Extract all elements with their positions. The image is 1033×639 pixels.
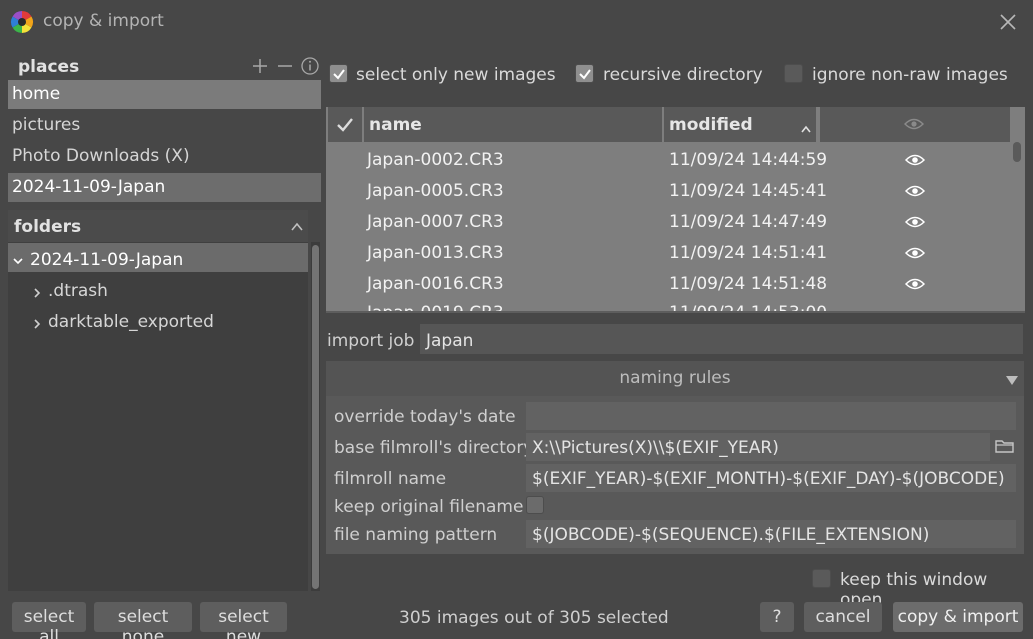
- sort-ascending-icon: [800, 119, 812, 133]
- table-row-name[interactable]: Japan-0002.CR3: [367, 150, 504, 170]
- eye-icon[interactable]: [904, 214, 926, 233]
- window-title: copy & import: [43, 11, 164, 31]
- table-row-modified: 11/09/24 14:44:59: [669, 150, 828, 170]
- darktable-logo-icon: [10, 10, 34, 34]
- ignore-nonraw-checkbox[interactable]: [784, 64, 803, 83]
- remove-place-icon[interactable]: [276, 57, 294, 75]
- places-header: places: [18, 57, 80, 77]
- table-row-modified: 11/09/24 14:51:48: [669, 274, 828, 294]
- copy-import-button[interactable]: copy & import: [893, 602, 1023, 632]
- folders-header: folders: [14, 217, 82, 237]
- eye-icon[interactable]: [904, 183, 926, 202]
- override-date-label: override today's date: [334, 407, 516, 427]
- table-row-modified: 11/09/24 14:51:41: [669, 243, 828, 263]
- recursive-label: recursive directory: [603, 65, 763, 85]
- table-row-name[interactable]: Japan-0016.CR3: [367, 274, 504, 294]
- place-item-photo-downloads[interactable]: Photo Downloads (X): [8, 142, 321, 171]
- title-bar: copy & import: [0, 0, 1033, 44]
- select-all-button[interactable]: select all: [12, 602, 86, 639]
- modified-column-header[interactable]: modified: [664, 107, 816, 142]
- cancel-button[interactable]: cancel: [804, 602, 882, 632]
- folder-item-dtrash[interactable]: .dtrash: [48, 277, 108, 306]
- preview-column-header[interactable]: [820, 107, 1010, 142]
- naming-rules-title: naming rules: [619, 368, 731, 388]
- select-new-button[interactable]: select new: [200, 602, 287, 639]
- filmroll-name-value[interactable]: $(EXIF_YEAR)-$(EXIF_MONTH)-$(EXIF_DAY)-$…: [532, 469, 1005, 489]
- folder-item-darktable-exported[interactable]: darktable_exported: [48, 308, 214, 337]
- import-job-value[interactable]: Japan: [426, 331, 473, 351]
- table-row-name[interactable]: Japan-0013.CR3: [367, 243, 504, 263]
- recursive-checkbox[interactable]: [575, 64, 594, 83]
- eye-icon[interactable]: [904, 245, 926, 264]
- info-icon[interactable]: [300, 56, 320, 76]
- select-none-button[interactable]: select none: [94, 602, 192, 639]
- select-column-header[interactable]: [328, 107, 362, 142]
- chevron-down-icon[interactable]: [12, 252, 24, 265]
- table-divider: [326, 311, 1025, 313]
- table-row-name[interactable]: Japan-0005.CR3: [367, 181, 504, 201]
- folder-item-japan[interactable]: 2024-11-09-Japan: [30, 246, 183, 275]
- file-table: name modified Japan-0002.CR3 11/09/24 14…: [326, 107, 1025, 312]
- override-date-field[interactable]: [526, 402, 1016, 430]
- table-row-name[interactable]: Japan-0007.CR3: [367, 212, 504, 232]
- help-button[interactable]: ?: [760, 602, 794, 632]
- place-item-home[interactable]: home: [8, 80, 321, 109]
- table-scrollbar-thumb[interactable]: [1013, 142, 1021, 162]
- file-naming-pattern-label: file naming pattern: [334, 525, 498, 545]
- table-row-modified: 11/09/24 14:45:41: [669, 181, 828, 201]
- base-directory-label: base filmroll's directory: [334, 438, 534, 458]
- table-row-modified: 11/09/24 14:47:49: [669, 212, 828, 232]
- name-column-header[interactable]: name: [364, 107, 662, 142]
- eye-icon[interactable]: [904, 276, 926, 295]
- keep-filename-label: keep original filename: [334, 497, 524, 517]
- select-new-checkbox[interactable]: [329, 64, 348, 83]
- place-item-pictures[interactable]: pictures: [8, 111, 321, 140]
- chevron-up-icon[interactable]: [290, 219, 304, 233]
- select-new-label: select only new images: [356, 65, 556, 85]
- folders-scrollbar-thumb[interactable]: [312, 245, 319, 589]
- add-place-icon[interactable]: [251, 57, 269, 75]
- chevron-right-icon[interactable]: [31, 315, 43, 329]
- filmroll-name-label: filmroll name: [334, 469, 447, 489]
- import-job-field[interactable]: [420, 324, 1023, 354]
- file-naming-pattern-value[interactable]: $(JOBCODE)-$(SEQUENCE).$(FILE_EXTENSION): [532, 525, 929, 545]
- chevron-right-icon[interactable]: [31, 284, 43, 298]
- ignore-nonraw-label: ignore non-raw images: [812, 65, 1008, 85]
- selection-status: 305 images out of 305 selected: [399, 608, 669, 628]
- keep-window-open-checkbox[interactable]: [812, 569, 831, 588]
- folder-icon[interactable]: [995, 437, 1015, 455]
- eye-icon[interactable]: [904, 152, 926, 171]
- place-item-japan[interactable]: 2024-11-09-Japan: [8, 173, 321, 202]
- import-job-label: import job: [327, 331, 415, 351]
- base-directory-value[interactable]: X:\\Pictures(X)\\$(EXIF_YEAR): [532, 438, 779, 458]
- triangle-down-icon[interactable]: [1005, 371, 1019, 385]
- keep-filename-checkbox[interactable]: [526, 496, 544, 514]
- close-icon[interactable]: [996, 10, 1020, 34]
